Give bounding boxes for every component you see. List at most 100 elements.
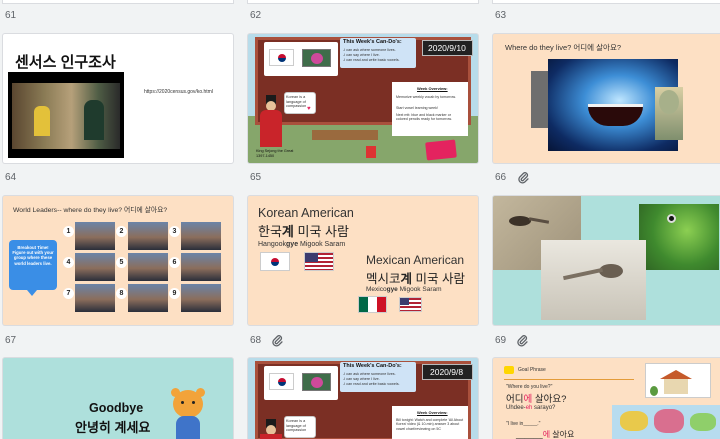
divider <box>504 379 634 380</box>
cando-title: This Week's Can-Do's: <box>343 39 402 45</box>
cando-line: -I can ask where someone lives. <box>343 48 396 52</box>
leader-number: 5 <box>116 257 127 268</box>
flag-panel <box>264 42 338 76</box>
cando-line: -I can say where I live. <box>343 53 380 57</box>
slide-number: 65 <box>250 172 262 183</box>
overview-line: Memorize weekly vocab by tomorrow. <box>396 95 456 99</box>
mexican-american-rom: Mexicogye Migook Saram <box>366 286 442 293</box>
leader-number: 7 <box>63 288 74 299</box>
slide-thumbnail-partial[interactable] <box>248 0 478 3</box>
leader-number: 6 <box>169 257 180 268</box>
text-part: 살아요 <box>550 430 575 439</box>
mexican-american-kr: 멕시코계 미국 사람 <box>366 268 465 287</box>
question-en: "Where do you live?" <box>506 384 553 390</box>
date-label: 2020/9/8 <box>430 367 464 377</box>
slide-thumbnail-69[interactable]: Goal Phrase "Where do you live?" 어디에 살아요… <box>493 358 720 439</box>
korea-flag-icon <box>260 252 290 271</box>
slide-number: 64 <box>5 172 17 183</box>
overview-line: Start vowel learning week! <box>396 106 438 110</box>
slide-thumbnail-63[interactable]: Where do they live? 어디에 살아요? <box>493 34 720 163</box>
text-bold: 계 <box>400 272 413 286</box>
slide-number: 66 <box>495 172 507 183</box>
slide-number: 62 <box>250 10 262 21</box>
text-bold: gye <box>386 286 398 293</box>
slide-thumbnail-67[interactable]: Goodbye 안녕히 계세요 <box>3 358 233 439</box>
alien-icon <box>659 90 679 114</box>
portrait <box>260 95 282 147</box>
leader-photo <box>181 222 221 250</box>
speech-bubble-icon <box>504 366 514 374</box>
slide-thumbnail-65[interactable]: Korean American 한국계 미국 사람 Hangookgye Mig… <box>248 196 478 325</box>
overview-box: Week Overview: Memorize weekly vocab by … <box>392 82 468 136</box>
goodbye-kr: 안녕히 계세요 <box>75 420 151 435</box>
bench <box>312 130 378 140</box>
cando-title: This Week's Can-Do's: <box>343 363 402 369</box>
usa-flag-icon <box>399 297 422 312</box>
leader-photo <box>128 222 168 250</box>
text-part: 미국 사람 <box>412 272 465 286</box>
text-part: 어디 <box>506 394 524 405</box>
slide-number: 69 <box>495 335 507 346</box>
slide-number: 67 <box>5 335 17 346</box>
leader-number: 4 <box>63 257 74 268</box>
flower-icon <box>302 373 331 391</box>
paperclip-icon <box>517 335 528 347</box>
korea-flag-icon <box>269 49 294 66</box>
house-illustration <box>645 363 711 398</box>
leader-photo <box>181 284 221 312</box>
cando-line: -I can read and write basic vowels. <box>343 382 400 386</box>
leader-photo <box>75 253 115 281</box>
census-url: https://2020census.gov/ko.html <box>144 89 213 95</box>
leader-number: 1 <box>63 226 74 237</box>
flag-panel <box>264 366 338 400</box>
slide-thumbnail-61[interactable]: 센서스 인구조사 https://2020census.gov/ko.html <box>3 34 233 163</box>
speech-text: Korean is a language of compassion <box>286 419 307 433</box>
text-part: Migook Saram <box>397 286 442 293</box>
text-bold: gye <box>286 241 299 248</box>
leader-number: 9 <box>169 288 180 299</box>
slide-thumbnail-partial[interactable] <box>3 0 233 3</box>
flower-icon <box>302 49 331 67</box>
world-map <box>612 405 720 439</box>
slide-thumbnail-64[interactable]: World Leaders-- where do they live? 어디에 … <box>3 196 233 325</box>
overview-title: Week Overview: <box>417 86 448 91</box>
speech-bubble: Korean is a language of compassion <box>284 92 316 114</box>
slide-number: 63 <box>495 10 507 21</box>
mexico-flag-icon <box>358 296 387 313</box>
fire-extinguisher <box>366 146 376 158</box>
korea-flag-icon <box>269 373 294 390</box>
breakout-text: Breakout Time! Figure out with your grou… <box>12 245 54 266</box>
slide-title: 센서스 인구조사 <box>15 54 116 71</box>
tadpole-legs-photo <box>541 240 646 320</box>
cando-box: This Week's Can-Do's: -I can ask where s… <box>340 38 416 68</box>
korean-american-rom: Hangookgye Migook Saram <box>258 241 345 248</box>
text-part: ______ <box>516 430 543 439</box>
speech-bubble: Korean is a language of compassion <box>284 416 316 438</box>
text-part: 한국 <box>258 224 282 239</box>
answer-kr: ______에 살아요 <box>516 429 574 439</box>
slide-thumbnail-68[interactable]: This Week's Can-Do's: -I can ask where s… <box>248 358 478 439</box>
usa-flag-icon <box>304 252 334 271</box>
slide-number: 61 <box>5 10 17 21</box>
slide-thumbnail-66[interactable] <box>493 196 720 325</box>
leader-photo <box>181 253 221 281</box>
frog-photo <box>639 204 719 270</box>
leader-photo <box>128 284 168 312</box>
slide-thumbnail-partial[interactable] <box>493 0 720 3</box>
portrait-caption: King Sejong the Great 1397-1450 <box>256 149 294 158</box>
date-label: 2020/9/10 <box>428 43 466 53</box>
question-rom: Uhdee-eh sarayo? <box>506 405 555 411</box>
leader-photo <box>75 222 115 250</box>
overview-line: Next mtt: blue and black marker or color… <box>396 113 452 122</box>
date-box: 2020/9/8 <box>422 364 473 380</box>
heart-icon: ♥ <box>307 106 311 112</box>
date-box: 2020/9/10 <box>422 40 473 56</box>
goal-phrase-label: Goal Phrase <box>518 367 546 373</box>
text-part: Migook Saram <box>298 241 346 248</box>
leader-photo <box>128 253 168 281</box>
slide-thumbnail-62[interactable]: This Week's Can-Do's: -I can ask where s… <box>248 34 478 163</box>
korean-american-kr: 한국계 미국 사람 <box>258 221 349 240</box>
leader-number: 2 <box>116 226 127 237</box>
speech-text: Korean is a language of compassion <box>286 95 307 109</box>
paperclip-icon <box>518 172 529 184</box>
